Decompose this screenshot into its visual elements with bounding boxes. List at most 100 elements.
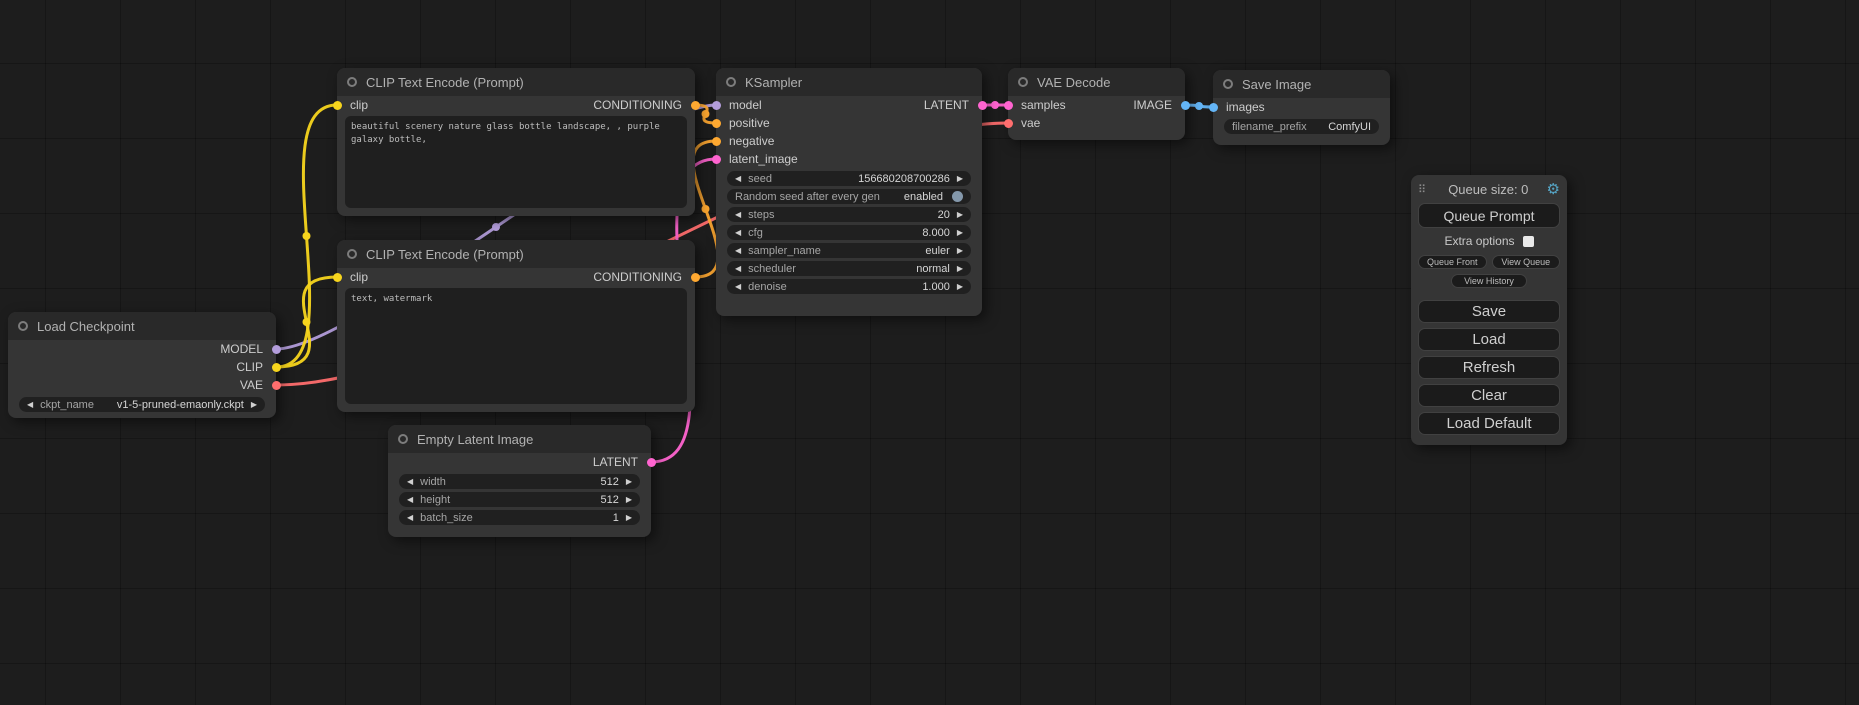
output-pin-conditioning[interactable] <box>691 101 700 110</box>
node-title-bar[interactable]: VAE Decode <box>1008 68 1185 96</box>
filename-prefix-widget[interactable]: filename_prefix ComfyUI <box>1224 119 1379 134</box>
output-pin-conditioning[interactable] <box>691 273 700 282</box>
output-pin-vae[interactable] <box>272 381 281 390</box>
output-pin-image[interactable] <box>1181 101 1190 110</box>
node-title-bar[interactable]: KSampler <box>716 68 982 96</box>
queue-menu-panel: ⠿ Queue size: 0 ⚙ Queue Prompt Extra opt… <box>1411 175 1567 445</box>
output-pin-model[interactable] <box>272 345 281 354</box>
increment-icon[interactable]: ▶ <box>626 478 632 486</box>
widget-label: Random seed after every gen <box>735 191 880 203</box>
drag-handle-icon[interactable]: ⠿ <box>1418 183 1426 196</box>
steps-widget[interactable]: ◀ steps 20 ▶ <box>727 207 971 222</box>
wire-midpoint-dot <box>1195 102 1203 110</box>
graph-canvas[interactable]: Load Checkpoint MODEL CLIP VAE ◀ ckpt_na… <box>0 0 1859 705</box>
queue-prompt-button[interactable]: Queue Prompt <box>1418 203 1560 228</box>
load-button[interactable]: Load <box>1418 328 1560 351</box>
input-pin-images[interactable] <box>1209 103 1218 112</box>
queue-front-button[interactable]: Queue Front <box>1418 255 1487 269</box>
input-pin-clip[interactable] <box>333 273 342 282</box>
node-title-bar[interactable]: Save Image <box>1213 70 1390 98</box>
node-title-bar[interactable]: CLIP Text Encode (Prompt) <box>337 68 695 96</box>
view-history-button[interactable]: View History <box>1451 274 1527 288</box>
clear-button[interactable]: Clear <box>1418 384 1560 407</box>
decrement-icon[interactable]: ◀ <box>735 211 741 219</box>
widget-value: 512 <box>600 476 618 488</box>
widget-label: scheduler <box>748 263 796 275</box>
batch-size-widget[interactable]: ◀ batch_size 1 ▶ <box>399 510 640 525</box>
node-clip-text-encode-negative[interactable]: CLIP Text Encode (Prompt) clip CONDITION… <box>337 240 695 412</box>
refresh-button[interactable]: Refresh <box>1418 356 1560 379</box>
positive-prompt-textarea[interactable]: beautiful scenery nature glass bottle la… <box>345 116 687 208</box>
collapse-dot[interactable] <box>18 321 28 331</box>
decrement-icon[interactable]: ◀ <box>27 401 33 409</box>
sampler-name-widget[interactable]: ◀ sampler_name euler ▶ <box>727 243 971 258</box>
ckpt-name-widget[interactable]: ◀ ckpt_name v1-5-pruned-emaonly.ckpt ▶ <box>19 397 265 412</box>
increment-icon[interactable]: ▶ <box>957 247 963 255</box>
input-pin-negative[interactable] <box>712 137 721 146</box>
collapse-dot[interactable] <box>726 77 736 87</box>
input-label: clip <box>350 270 368 284</box>
increment-icon[interactable]: ▶ <box>626 514 632 522</box>
node-clip-text-encode-positive[interactable]: CLIP Text Encode (Prompt) clip CONDITION… <box>337 68 695 216</box>
node-ksampler[interactable]: KSampler model LATENT positive negative … <box>716 68 982 316</box>
node-title: Load Checkpoint <box>37 319 135 334</box>
node-title-bar[interactable]: Empty Latent Image <box>388 425 651 453</box>
output-label: IMAGE <box>1133 98 1172 112</box>
increment-icon[interactable]: ▶ <box>957 211 963 219</box>
increment-icon[interactable]: ▶ <box>957 265 963 273</box>
input-label: negative <box>729 134 774 148</box>
input-pin-positive[interactable] <box>712 119 721 128</box>
load-default-button[interactable]: Load Default <box>1418 412 1560 435</box>
cfg-widget[interactable]: ◀ cfg 8.000 ▶ <box>727 225 971 240</box>
increment-icon[interactable]: ▶ <box>957 175 963 183</box>
collapse-dot[interactable] <box>347 249 357 259</box>
width-widget[interactable]: ◀ width 512 ▶ <box>399 474 640 489</box>
output-label: LATENT <box>924 98 969 112</box>
node-save-image[interactable]: Save Image images filename_prefix ComfyU… <box>1213 70 1390 145</box>
node-empty-latent-image[interactable]: Empty Latent Image LATENT ◀ width 512 ▶ … <box>388 425 651 537</box>
seed-widget[interactable]: ◀ seed 156680208700286 ▶ <box>727 171 971 186</box>
widget-value: normal <box>916 263 950 275</box>
toggle-icon[interactable] <box>952 191 963 202</box>
negative-prompt-textarea[interactable]: text, watermark <box>345 288 687 404</box>
node-title-bar[interactable]: CLIP Text Encode (Prompt) <box>337 240 695 268</box>
output-pin-latent[interactable] <box>978 101 987 110</box>
input-pin-samples[interactable] <box>1004 101 1013 110</box>
scheduler-widget[interactable]: ◀ scheduler normal ▶ <box>727 261 971 276</box>
input-label: model <box>729 98 762 112</box>
collapse-dot[interactable] <box>1018 77 1028 87</box>
view-queue-button[interactable]: View Queue <box>1492 255 1561 269</box>
increment-icon[interactable]: ▶ <box>957 229 963 237</box>
save-button[interactable]: Save <box>1418 300 1560 323</box>
increment-icon[interactable]: ▶ <box>626 496 632 504</box>
increment-icon[interactable]: ▶ <box>957 283 963 291</box>
decrement-icon[interactable]: ◀ <box>407 478 413 486</box>
decrement-icon[interactable]: ◀ <box>735 229 741 237</box>
input-pin-latent-image[interactable] <box>712 155 721 164</box>
output-pin-latent[interactable] <box>647 458 656 467</box>
input-pin-clip[interactable] <box>333 101 342 110</box>
decrement-icon[interactable]: ◀ <box>735 265 741 273</box>
random-seed-widget[interactable]: Random seed after every gen enabled <box>727 189 971 204</box>
decrement-icon[interactable]: ◀ <box>735 175 741 183</box>
node-vae-decode[interactable]: VAE Decode samples IMAGE vae <box>1008 68 1185 140</box>
denoise-widget[interactable]: ◀ denoise 1.000 ▶ <box>727 279 971 294</box>
decrement-icon[interactable]: ◀ <box>407 514 413 522</box>
collapse-dot[interactable] <box>347 77 357 87</box>
output-pin-clip[interactable] <box>272 363 281 372</box>
settings-gear-icon[interactable]: ⚙ <box>1547 182 1560 197</box>
increment-icon[interactable]: ▶ <box>251 401 257 409</box>
input-pin-vae[interactable] <box>1004 119 1013 128</box>
input-pin-model[interactable] <box>712 101 721 110</box>
collapse-dot[interactable] <box>1223 79 1233 89</box>
node-title-bar[interactable]: Load Checkpoint <box>8 312 276 340</box>
decrement-icon[interactable]: ◀ <box>735 247 741 255</box>
height-widget[interactable]: ◀ height 512 ▶ <box>399 492 640 507</box>
decrement-icon[interactable]: ◀ <box>407 496 413 504</box>
extra-options-checkbox[interactable] <box>1523 236 1534 247</box>
widget-value: 1.000 <box>922 281 950 293</box>
decrement-icon[interactable]: ◀ <box>735 283 741 291</box>
widget-value: 1 <box>613 512 619 524</box>
node-load-checkpoint[interactable]: Load Checkpoint MODEL CLIP VAE ◀ ckpt_na… <box>8 312 276 418</box>
collapse-dot[interactable] <box>398 434 408 444</box>
